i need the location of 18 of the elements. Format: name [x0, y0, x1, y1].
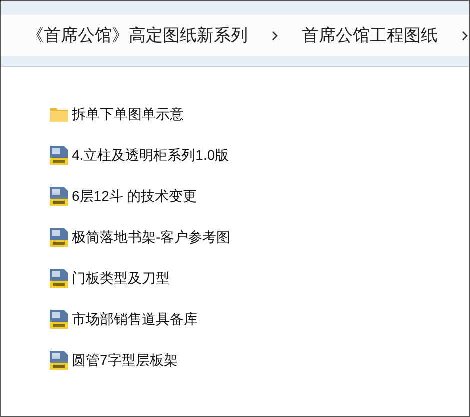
file-name[interactable]: 6层12斗 的技术变更	[72, 186, 198, 207]
file-name[interactable]: 4.立柱及透明柜系列1.0版	[72, 145, 230, 166]
chevron-icon	[461, 30, 469, 42]
folder-icon	[50, 107, 68, 122]
file-name[interactable]: 极简落地书架-客户参考图	[72, 227, 231, 248]
drawing-file-icon	[50, 351, 68, 370]
file-name[interactable]: 圆管7字型层板架	[72, 350, 178, 371]
folder-name[interactable]: 拆单下单图单示意	[72, 104, 184, 125]
drawing-file-icon	[50, 146, 68, 165]
chevron-icon	[271, 30, 279, 42]
file-name[interactable]: 市场部销售道具备库	[72, 309, 198, 330]
file-name[interactable]: 门板类型及刀型	[72, 268, 170, 289]
drawing-file-icon	[50, 269, 68, 288]
drawing-file-icon	[50, 187, 68, 206]
breadcrumb-item[interactable]: 首席公馆工程图纸	[302, 22, 438, 48]
drawing-file-icon	[50, 228, 68, 247]
drawing-file-icon	[50, 310, 68, 329]
breadcrumb-item[interactable]: 《首席公馆》高定图纸新系列	[27, 22, 248, 48]
